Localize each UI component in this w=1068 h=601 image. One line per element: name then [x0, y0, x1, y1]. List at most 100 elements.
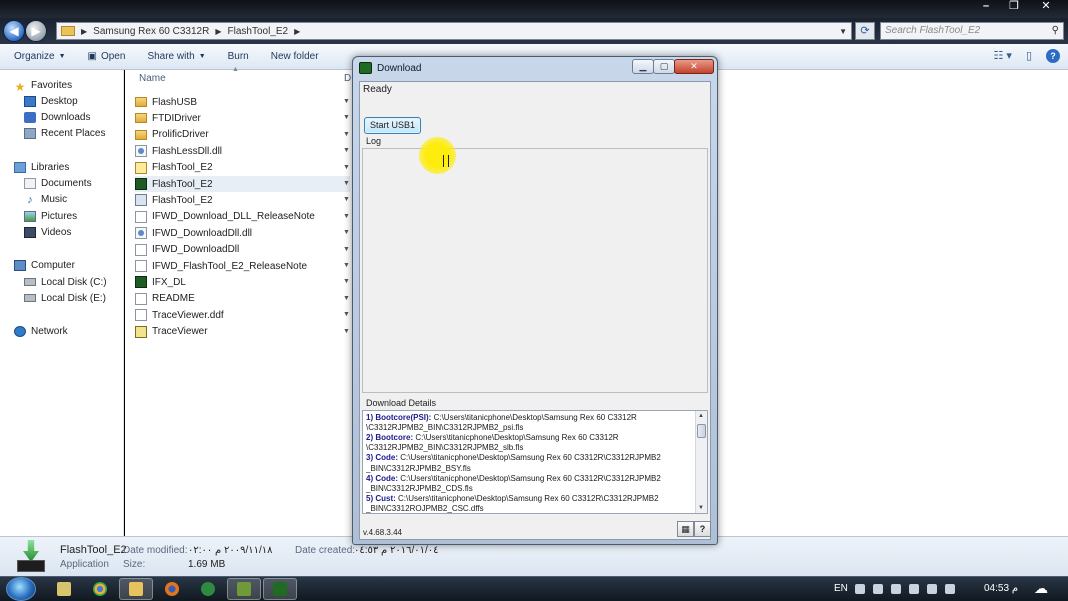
tray-device-icon[interactable]: [909, 584, 919, 594]
new-folder-button[interactable]: New folder: [271, 51, 319, 62]
details-scrollbar[interactable]: ▲ ▼: [695, 411, 707, 513]
back-button[interactable]: ◀: [3, 20, 25, 42]
desktop-icon: [24, 95, 36, 107]
details-file-name: FlashTool_E2: [60, 544, 127, 556]
file-row[interactable]: FlashTool_E2: [135, 192, 350, 208]
sidebar-item-desktop[interactable]: Desktop: [24, 93, 78, 109]
sidebar-item-label: Music: [41, 193, 68, 205]
help-file-icon: [135, 161, 147, 174]
cloud-icon[interactable]: ☁: [1034, 580, 1048, 597]
download-details-list[interactable]: 1) Bootcore(PSI): C:\Users\titanicphone\…: [362, 410, 708, 514]
folder-icon: [135, 113, 147, 124]
sidebar-item-libraries[interactable]: Libraries: [14, 159, 69, 175]
tray-arrow-icon[interactable]: [855, 584, 865, 594]
help-button[interactable]: ?: [694, 521, 711, 537]
file-row[interactable]: TraceViewer: [135, 324, 350, 340]
search-icon[interactable]: ⚲: [1052, 23, 1059, 39]
chevron-down-icon[interactable]: ▼: [839, 27, 847, 36]
settings-grid-button[interactable]: ▦: [677, 521, 694, 537]
dialog-minimize-button[interactable]: ▁: [632, 59, 654, 74]
scrollbar-thumb[interactable]: [697, 424, 706, 438]
taskbar-flashtool[interactable]: [263, 578, 297, 600]
sidebar-item-music[interactable]: ♪ Music: [24, 191, 67, 207]
column-overflow-icon: ▼: [343, 130, 350, 138]
sidebar-item-pictures[interactable]: Pictures: [24, 208, 77, 224]
taskbar-app-green[interactable]: [191, 578, 225, 600]
sidebar-item-local-c[interactable]: Local Disk (C:): [24, 274, 107, 290]
file-row[interactable]: IFX_DL: [135, 274, 350, 290]
sidebar-item-recent[interactable]: Recent Places: [24, 125, 105, 141]
file-row[interactable]: IFWD_Download_DLL_ReleaseNote: [135, 209, 350, 225]
details-line-path: \C3312RJPMB2_BIN\C3312RJPMB2_slb.fls: [366, 443, 524, 453]
start-button[interactable]: [6, 577, 36, 601]
tray-windows-icon[interactable]: [891, 584, 901, 594]
file-row[interactable]: IFWD_DownloadDll: [135, 242, 350, 258]
close-button[interactable]: ✕: [1030, 0, 1062, 14]
sidebar-item-label: Pictures: [41, 210, 78, 222]
file-row[interactable]: README: [135, 291, 350, 307]
size-label: Size:: [123, 559, 146, 570]
taskbar-flash-app[interactable]: [227, 578, 261, 600]
burn-button[interactable]: Burn: [228, 51, 249, 62]
column-overflow-icon: ▼: [343, 327, 350, 335]
view-options-icon[interactable]: ☷ ▾: [993, 49, 1011, 63]
dialog-close-button[interactable]: ✕: [674, 59, 714, 74]
taskbar-explorer[interactable]: [119, 578, 153, 600]
minimize-button[interactable]: –: [974, 0, 998, 14]
details-line-path: C:\Users\titanicphone\Desktop\Samsung Re…: [400, 473, 661, 483]
file-row[interactable]: FlashTool_E2: [135, 176, 350, 192]
breadcrumb-item[interactable]: FlashTool_E2: [228, 26, 289, 37]
sidebar-item-local-e[interactable]: Local Disk (E:): [24, 290, 106, 306]
file-row[interactable]: ProlificDriver: [135, 127, 350, 143]
file-row[interactable]: FlashTool_E2: [135, 160, 350, 176]
scroll-up-icon[interactable]: ▲: [698, 413, 704, 419]
help-icon[interactable]: ?: [1046, 49, 1060, 63]
sidebar-item-label: Local Disk (C:): [41, 276, 107, 288]
sidebar-item-favorites[interactable]: ★ Favorites: [14, 77, 73, 94]
scroll-down-icon[interactable]: ▼: [698, 505, 704, 511]
size-value: 1.69 MB: [188, 559, 226, 570]
sidebar-item-videos[interactable]: Videos: [24, 224, 71, 240]
refresh-button[interactable]: ⟳: [855, 22, 875, 40]
start-usb1-button[interactable]: Start USB1: [364, 117, 421, 134]
file-row[interactable]: FlashUSB: [135, 94, 350, 110]
forward-button[interactable]: ▶: [25, 20, 47, 42]
dialog-maximize-button[interactable]: ▢: [653, 59, 675, 74]
search-input[interactable]: Search FlashTool_E2 ⚲: [880, 22, 1064, 40]
open-button[interactable]: ▣ Open: [88, 51, 126, 62]
organize-button[interactable]: Organize ▼: [14, 51, 66, 62]
maximize-button[interactable]: ❐: [1002, 0, 1026, 14]
dialog-titlebar[interactable]: Download ▁ ▢ ✕: [353, 57, 717, 79]
log-textarea[interactable]: [362, 148, 708, 393]
details-line: \C3312RJPMB2_BIN\C3312RJPMB2_psi.fls: [366, 423, 692, 433]
file-row[interactable]: FTDIDriver: [135, 110, 350, 126]
taskbar-media-center[interactable]: [47, 578, 81, 600]
column-header-name[interactable]: Name: [139, 73, 166, 84]
sidebar-item-network[interactable]: Network: [14, 323, 68, 339]
clock[interactable]: 04:53 م: [984, 583, 1018, 594]
tray-volume-icon[interactable]: [945, 584, 955, 594]
tray-network-icon[interactable]: [927, 584, 937, 594]
taskbar-chrome[interactable]: [83, 578, 117, 600]
burn-label: Burn: [227, 51, 249, 62]
taskbar-firefox[interactable]: [155, 578, 189, 600]
search-placeholder: Search FlashTool_E2: [885, 25, 981, 36]
version-label: v.4.68.3.44: [363, 528, 402, 537]
share-with-button[interactable]: Share with ▼: [147, 51, 205, 62]
file-row[interactable]: TraceViewer.ddf: [135, 307, 350, 323]
column-header-date[interactable]: D: [344, 73, 351, 84]
sidebar-item-documents[interactable]: Documents: [24, 175, 92, 191]
computer-icon: [14, 259, 26, 271]
preview-pane-icon[interactable]: ▯: [1026, 49, 1032, 63]
sidebar-item-computer[interactable]: Computer: [14, 257, 75, 273]
tray-flag-icon[interactable]: [873, 584, 883, 594]
chevron-down-icon: ▼: [198, 53, 206, 60]
details-line-path: \C3312RJPMB2_BIN\C3312RJPMB2_psi.fls: [366, 423, 524, 433]
sidebar-item-downloads[interactable]: Downloads: [24, 109, 90, 125]
file-row[interactable]: FlashLessDll.dll: [135, 143, 350, 159]
language-indicator[interactable]: EN: [834, 583, 848, 594]
breadcrumb-item[interactable]: Samsung Rex 60 C3312R: [93, 26, 209, 37]
file-row[interactable]: IFWD_FlashTool_E2_ReleaseNote: [135, 258, 350, 274]
address-bar[interactable]: ▶ Samsung Rex 60 C3312R ▶ FlashTool_E2 ▶…: [56, 22, 852, 40]
file-row[interactable]: IFWD_DownloadDll.dll: [135, 225, 350, 241]
